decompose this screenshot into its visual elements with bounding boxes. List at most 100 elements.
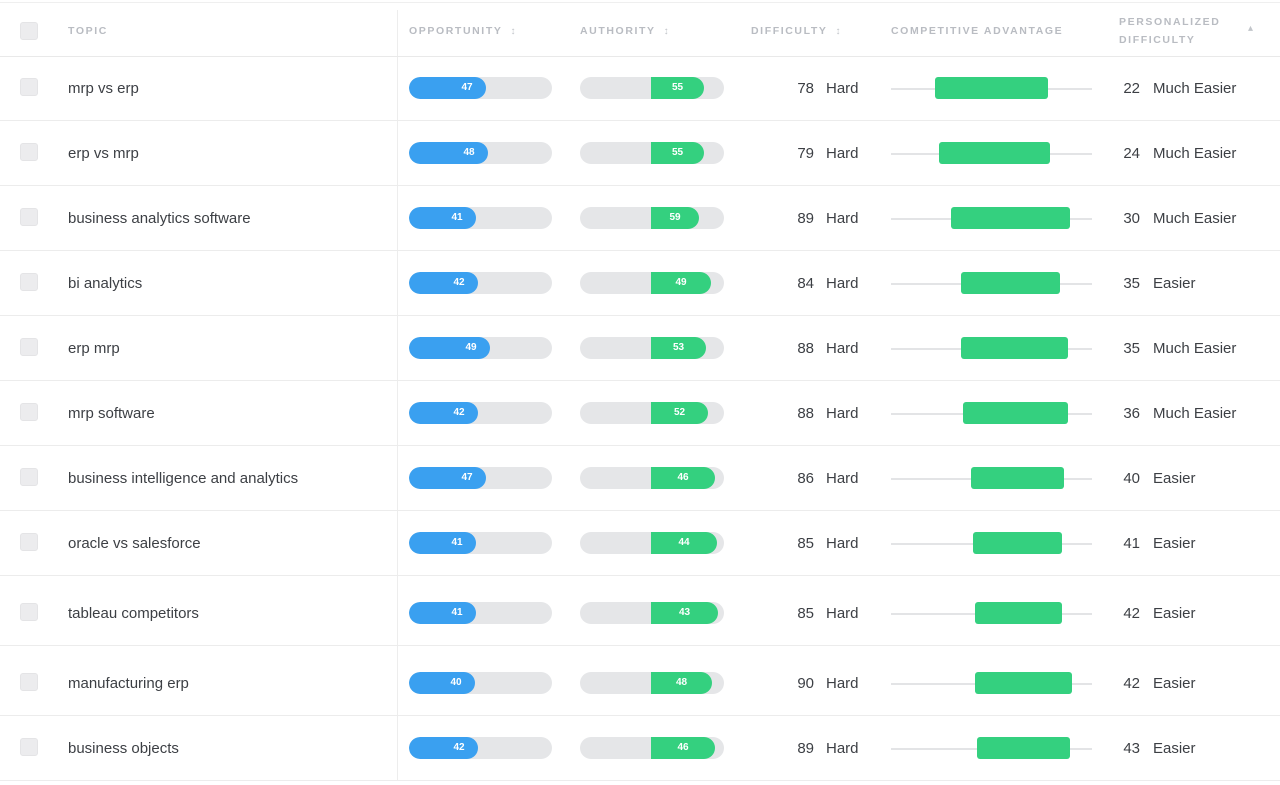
row-checkbox[interactable] — [20, 468, 38, 486]
table-row[interactable]: erp vs mrp 48 55 79 Hard 24 Much Easier — [0, 121, 1280, 186]
row-topic[interactable]: bi analytics — [68, 251, 142, 316]
opportunity-value: 48 — [463, 147, 475, 158]
row-topic[interactable]: erp vs mrp — [68, 121, 139, 186]
header-competitive-advantage[interactable]: COMPETITIVE ADVANTAGE — [891, 22, 1063, 40]
row-checkbox[interactable] — [20, 603, 38, 621]
authority-value: 44 — [678, 537, 690, 548]
personalized-difficulty-label: Easier — [1153, 675, 1196, 692]
difficulty-value: 85 — [797, 605, 814, 622]
table-row[interactable]: business analytics software 41 59 89 Hard 30 M… — [0, 186, 1280, 251]
opportunity-value: 41 — [451, 212, 463, 223]
row-topic[interactable]: erp mrp — [68, 316, 120, 381]
table-row[interactable]: mrp vs erp 47 55 78 Hard 22 Much Easier — [0, 56, 1280, 121]
authority-value: 55 — [671, 147, 684, 158]
header-topic[interactable]: TOPIC — [68, 22, 108, 40]
authority-value: 53 — [672, 342, 685, 353]
difficulty-label: Hard — [826, 675, 859, 692]
difficulty-label: Hard — [826, 535, 859, 552]
header-opportunity[interactable]: OPPORTUNITY ↕ — [409, 22, 515, 41]
personalized-difficulty-label: Much Easier — [1153, 210, 1237, 227]
table-header: TOPIC OPPORTUNITY ↕ AUTHORITY ↕ DIFFICULTY… — [0, 0, 1280, 57]
difficulty-label: Hard — [826, 340, 859, 357]
sort-icon[interactable]: ↕ — [664, 23, 669, 41]
personalized-difficulty-value: 35 — [1123, 340, 1140, 357]
authority-bar: 43 — [580, 602, 724, 624]
sort-active-icon[interactable]: ▴ — [1248, 20, 1253, 38]
table-row[interactable]: erp mrp 49 53 88 Hard 35 Much Easier — [0, 316, 1280, 381]
row-checkbox[interactable] — [20, 143, 38, 161]
personalized-difficulty-value: 40 — [1123, 470, 1140, 487]
row-checkbox[interactable] — [20, 338, 38, 356]
table-row[interactable]: oracle vs salesforce 41 44 85 Hard 41 Easier — [0, 511, 1280, 576]
opportunity-value: 47 — [461, 82, 473, 93]
advantage-bar — [961, 337, 1068, 359]
advantage-bar — [975, 602, 1062, 624]
header-competitive-advantage-label: COMPETITIVE ADVANTAGE — [891, 25, 1064, 37]
header-authority[interactable]: AUTHORITY ↕ — [580, 22, 669, 41]
row-checkbox[interactable] — [20, 738, 38, 756]
opportunity-value: 49 — [465, 342, 477, 353]
personalized-difficulty-label: Easier — [1153, 470, 1196, 487]
row-topic[interactable]: business objects — [68, 716, 179, 781]
opportunity-bar: 47 — [409, 467, 552, 489]
authority-value: 52 — [673, 407, 686, 418]
difficulty-label: Hard — [826, 145, 859, 162]
sort-icon[interactable]: ↕ — [510, 23, 515, 41]
authority-bar: 55 — [580, 77, 724, 99]
row-checkbox[interactable] — [20, 533, 38, 551]
row-topic[interactable]: tableau competitors — [68, 581, 199, 646]
opportunity-value: 42 — [453, 277, 465, 288]
difficulty-value: 85 — [797, 535, 814, 552]
advantage-bar — [935, 77, 1048, 99]
personalized-difficulty-value: 35 — [1123, 275, 1140, 292]
personalized-difficulty-value: 22 — [1123, 80, 1140, 97]
difficulty-label: Hard — [826, 405, 859, 422]
table-row[interactable]: business intelligence and analytics 47 46 8… — [0, 446, 1280, 511]
header-difficulty[interactable]: DIFFICULTY ↕ — [751, 22, 840, 41]
table-row[interactable]: bi analytics 42 49 84 Hard 35 Easier — [0, 251, 1280, 316]
difficulty-label: Hard — [826, 740, 859, 757]
authority-bar: 49 — [580, 272, 724, 294]
difficulty-value: 89 — [797, 210, 814, 227]
personalized-difficulty-value: 24 — [1123, 145, 1140, 162]
opportunity-bar: 48 — [409, 142, 552, 164]
row-checkbox[interactable] — [20, 403, 38, 421]
opportunity-value: 42 — [453, 742, 465, 753]
table-row[interactable]: mrp software 42 52 88 Hard 36 Much Easier — [0, 381, 1280, 446]
advantage-bar — [963, 402, 1068, 424]
table-row[interactable]: manufacturing erp 40 48 90 Hard 42 Easier — [0, 651, 1280, 716]
authority-bar: 53 — [580, 337, 724, 359]
difficulty-label: Hard — [826, 275, 859, 292]
row-topic[interactable]: manufacturing erp — [68, 651, 189, 716]
header-personalized-difficulty[interactable]: PERSONALIZED DIFFICULTY — [1119, 13, 1249, 49]
header-personalized-difficulty-label: PERSONALIZED DIFFICULTY — [1119, 16, 1221, 46]
difficulty-value: 88 — [797, 405, 814, 422]
header-difficulty-label: DIFFICULTY — [751, 25, 828, 37]
row-topic[interactable]: oracle vs salesforce — [68, 511, 201, 576]
header-topic-label: TOPIC — [68, 25, 108, 37]
row-topic[interactable]: business intelligence and analytics — [68, 446, 298, 511]
difficulty-label: Hard — [826, 470, 859, 487]
sort-icon[interactable]: ↕ — [835, 23, 840, 41]
authority-bar: 44 — [580, 532, 724, 554]
table-row[interactable]: tableau competitors 41 43 85 Hard 42 Easier — [0, 581, 1280, 646]
row-topic[interactable]: business analytics software — [68, 186, 251, 251]
opportunity-bar: 49 — [409, 337, 552, 359]
keyword-table: TOPIC OPPORTUNITY ↕ AUTHORITY ↕ DIFFICULTY… — [0, 0, 1280, 785]
row-checkbox[interactable] — [20, 78, 38, 96]
opportunity-bar: 41 — [409, 532, 552, 554]
authority-bar: 46 — [580, 467, 724, 489]
row-topic[interactable]: mrp software — [68, 381, 155, 446]
authority-bar: 55 — [580, 142, 724, 164]
opportunity-bar: 47 — [409, 77, 552, 99]
authority-value: 46 — [677, 472, 689, 483]
row-checkbox[interactable] — [20, 208, 38, 226]
personalized-difficulty-label: Easier — [1153, 275, 1196, 292]
row-checkbox[interactable] — [20, 673, 38, 691]
header-authority-label: AUTHORITY — [580, 25, 656, 37]
row-topic[interactable]: mrp vs erp — [68, 56, 139, 121]
row-checkbox[interactable] — [20, 273, 38, 291]
select-all-checkbox[interactable] — [20, 22, 38, 40]
table-row[interactable]: business objects 42 46 89 Hard 43 Easier — [0, 716, 1280, 781]
authority-bar: 52 — [580, 402, 724, 424]
